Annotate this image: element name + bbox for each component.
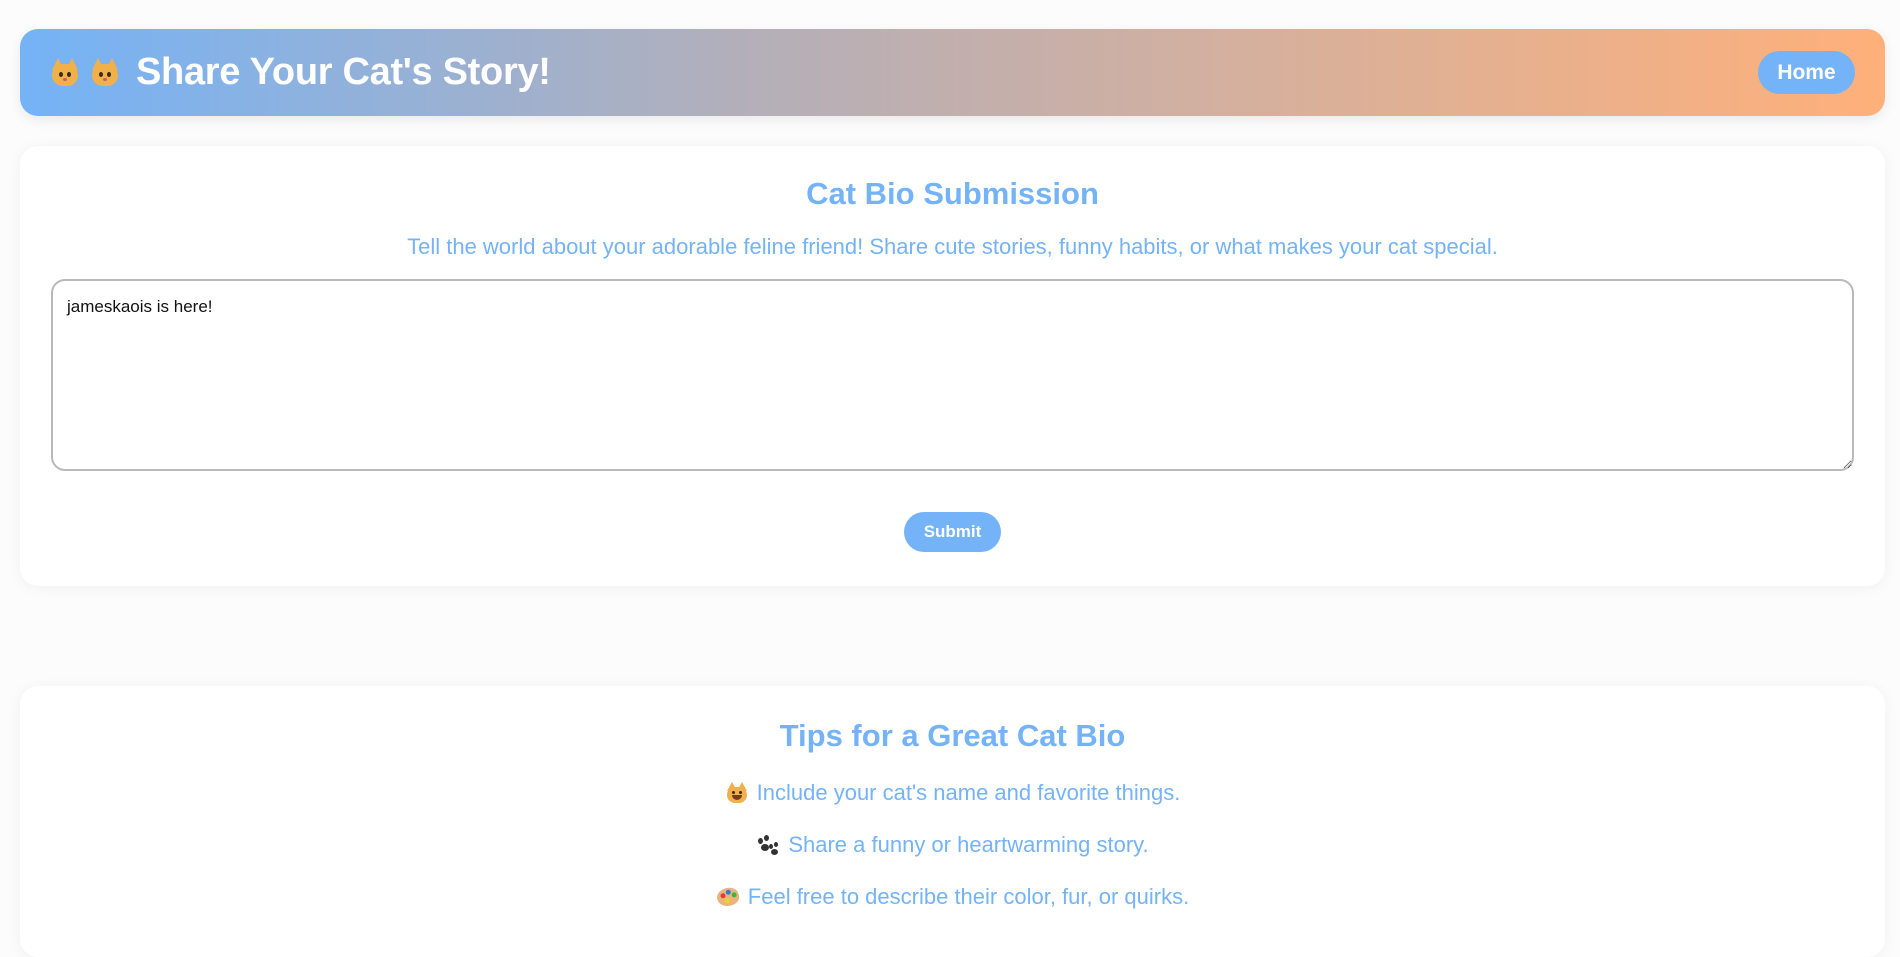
tip-text: Share a funny or heartwarming story. xyxy=(788,832,1149,857)
submit-button[interactable]: Submit xyxy=(904,512,1001,552)
bio-submission-card: Cat Bio Submission Tell the world about … xyxy=(20,146,1885,586)
submit-row: Submit xyxy=(20,512,1885,552)
tip-text: Feel free to describe their color, fur, … xyxy=(747,884,1190,909)
submission-heading: Cat Bio Submission xyxy=(806,176,1099,211)
tips-card: Tips for a Great Cat Bio Include your ca… xyxy=(20,686,1885,957)
tip-item: Include your cat's name and favorite thi… xyxy=(20,780,1885,806)
paw-prints-icon xyxy=(756,833,780,857)
artist-palette-icon xyxy=(714,885,741,909)
tips-heading: Tips for a Great Cat Bio xyxy=(779,718,1126,753)
page-title: Share Your Cat's Story! xyxy=(136,51,551,93)
brand: Share Your Cat's Story! xyxy=(50,51,551,94)
cat-face-icon xyxy=(50,57,80,88)
home-button[interactable]: Home xyxy=(1758,51,1855,94)
cat-face-icon xyxy=(90,57,120,88)
page-header: Share Your Cat's Story! Home xyxy=(20,29,1885,116)
tip-text: Include your cat's name and favorite thi… xyxy=(756,780,1181,805)
submission-description: Tell the world about your adorable felin… xyxy=(407,234,1498,259)
smiling-cat-icon xyxy=(725,781,749,805)
tip-item: Share a funny or heartwarming story. xyxy=(20,832,1885,858)
tip-item: Feel free to describe their color, fur, … xyxy=(20,884,1885,910)
cat-bio-textarea[interactable]: jameskaois is here! xyxy=(51,279,1854,471)
